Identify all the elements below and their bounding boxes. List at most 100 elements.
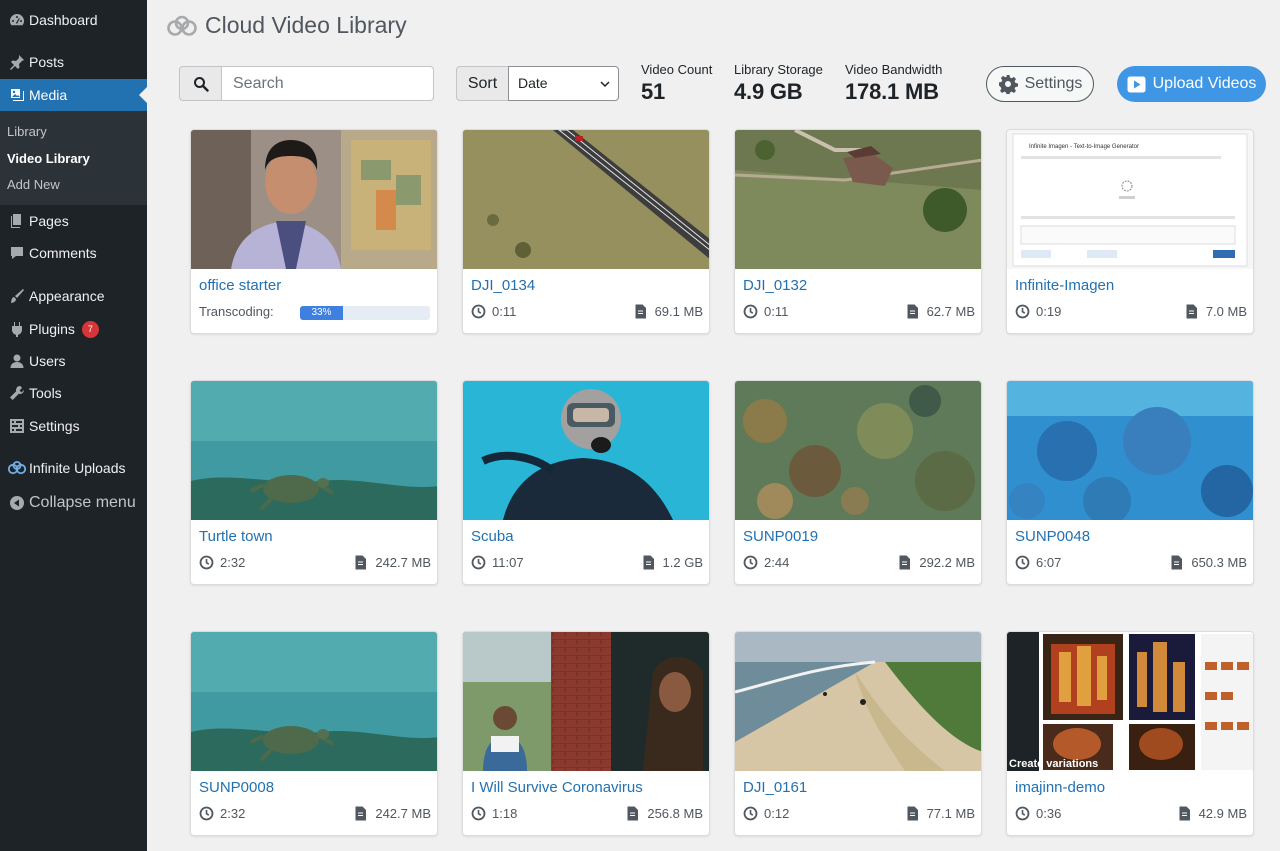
plugin-update-badge: 7 [81, 320, 99, 338]
video-thumbnail[interactable] [191, 130, 437, 269]
search-input[interactable] [221, 66, 434, 101]
sidebar-item-plugins[interactable]: Plugins 7 [0, 313, 147, 345]
video-title[interactable]: DJI_0134 [471, 277, 535, 294]
video-title[interactable]: SUNP0048 [1015, 528, 1090, 545]
sort-selected-value: Date [518, 75, 548, 91]
clock-icon [743, 806, 758, 821]
video-duration: 0:19 [1036, 304, 1062, 319]
video-card[interactable]: SUNP0008 2:32 242.7 MB [190, 631, 438, 836]
file-icon [1179, 806, 1190, 821]
video-duration: 0:36 [1036, 806, 1062, 821]
video-thumbnail[interactable] [735, 381, 981, 520]
video-meta: 0:36 42.9 MB [1015, 806, 1247, 824]
sort-select[interactable]: Date [508, 66, 619, 101]
submenu-item-video-library[interactable]: Video Library [7, 151, 90, 166]
sidebar-item-label: Posts [29, 54, 65, 70]
sidebar-item-users[interactable]: Users [0, 345, 147, 377]
video-card[interactable]: Scuba 11:07 1.2 GB [462, 380, 710, 585]
video-title[interactable]: SUNP0008 [199, 779, 274, 796]
page-title: Cloud Video Library [205, 12, 407, 38]
upload-videos-button[interactable]: Upload Videos [1117, 66, 1266, 102]
settings-button[interactable]: Settings [986, 66, 1094, 102]
submenu-item-add-new[interactable]: Add New [7, 177, 60, 192]
video-meta: 1:18 256.8 MB [471, 806, 703, 824]
collapse-menu-button[interactable]: Collapse menu [0, 487, 147, 519]
video-card[interactable]: Turtle town 2:32 242.7 MB [190, 380, 438, 585]
stat-label: Library Storage [734, 62, 823, 77]
clock-icon [471, 555, 486, 570]
clock-icon [743, 555, 758, 570]
video-title[interactable]: Scuba [471, 528, 514, 545]
video-meta: 2:44 292.2 MB [743, 555, 975, 573]
video-thumbnail[interactable] [735, 130, 981, 269]
video-card[interactable]: Create variations imajinn-demo 0:36 42.9… [1006, 631, 1254, 836]
stat-library-storage: Library Storage 4.9 GB [734, 62, 823, 105]
video-card[interactable]: DJI_0161 0:12 77.1 MB [734, 631, 982, 836]
video-meta: 11:07 1.2 GB [471, 555, 703, 573]
video-title[interactable]: I Will Survive Coronavirus [471, 779, 643, 796]
file-icon [355, 555, 367, 570]
stat-video-count: Video Count 51 [641, 62, 712, 105]
stat-label: Video Bandwidth [845, 62, 943, 77]
clock-icon [471, 304, 486, 319]
sidebar-item-dashboard[interactable]: Dashboard [0, 4, 147, 36]
video-card[interactable]: DJI_0134 0:11 69.1 MB [462, 129, 710, 334]
thumbnail-caption: Create variations [1009, 758, 1098, 770]
video-size: 62.7 MB [926, 304, 975, 319]
video-meta: 0:19 7.0 MB [1015, 304, 1247, 322]
sort-label: Sort [456, 66, 509, 101]
video-card[interactable]: office starter Transcoding: 33% [190, 129, 438, 334]
sidebar-item-media[interactable]: Media [0, 79, 147, 111]
video-title[interactable]: imajinn-demo [1015, 779, 1105, 796]
sidebar-item-comments[interactable]: Comments [0, 237, 147, 269]
video-thumbnail[interactable] [463, 130, 709, 269]
video-thumbnail[interactable]: Create variations [1007, 632, 1253, 771]
video-card[interactable]: Infinite Imagen - Text-to-Image Generato… [1006, 129, 1254, 334]
video-title[interactable]: Infinite-Imagen [1015, 277, 1114, 294]
collapse-icon [0, 495, 29, 511]
sidebar-item-label: Users [29, 353, 66, 369]
video-thumbnail[interactable] [191, 381, 437, 520]
video-play-icon [1127, 76, 1146, 92]
video-meta: Transcoding: 33% [199, 304, 431, 322]
video-card[interactable]: SUNP0019 2:44 292.2 MB [734, 380, 982, 585]
video-title[interactable]: DJI_0161 [743, 779, 807, 796]
video-thumbnail[interactable]: Infinite Imagen - Text-to-Image Generato… [1007, 130, 1253, 269]
video-thumbnail[interactable] [463, 381, 709, 520]
video-title[interactable]: office starter [199, 277, 281, 294]
video-card[interactable]: DJI_0132 0:11 62.7 MB [734, 129, 982, 334]
dashboard-icon [0, 12, 29, 28]
sidebar-item-appearance[interactable]: Appearance [0, 280, 147, 312]
video-thumbnail[interactable] [463, 632, 709, 771]
sidebar-item-label: Plugins [29, 321, 75, 337]
user-icon [0, 353, 29, 369]
file-icon [907, 806, 918, 821]
video-card[interactable]: SUNP0048 6:07 650.3 MB [1006, 380, 1254, 585]
video-duration: 1:18 [492, 806, 518, 821]
video-thumbnail[interactable] [191, 632, 437, 771]
video-duration: 2:32 [220, 806, 246, 821]
sidebar-item-label: Dashboard [29, 12, 98, 28]
sidebar-item-infinite-uploads[interactable]: Infinite Uploads [0, 452, 147, 484]
sidebar-item-settings[interactable]: Settings [0, 410, 147, 442]
cloud-logo-icon [166, 14, 198, 38]
collapse-menu-label: Collapse menu [29, 494, 136, 511]
sidebar-item-pages[interactable]: Pages [0, 205, 147, 237]
video-title[interactable]: DJI_0132 [743, 277, 807, 294]
file-icon [1186, 304, 1197, 319]
video-title[interactable]: SUNP0019 [743, 528, 818, 545]
search-button[interactable] [179, 66, 222, 101]
stat-video-bandwidth: Video Bandwidth 178.1 MB [845, 62, 942, 105]
video-card[interactable]: I Will Survive Coronavirus 1:18 256.8 MB [462, 631, 710, 836]
sidebar-item-posts[interactable]: Posts [0, 46, 147, 78]
video-thumbnail[interactable] [735, 632, 981, 771]
video-title[interactable]: Turtle town [199, 528, 273, 545]
gear-icon [998, 75, 1018, 94]
file-icon [627, 806, 639, 821]
video-size: 292.2 MB [919, 555, 975, 570]
video-thumbnail[interactable] [1007, 381, 1253, 520]
submenu-item-library[interactable]: Library [7, 124, 47, 139]
search-box [179, 66, 434, 101]
video-size: 242.7 MB [375, 555, 431, 570]
sidebar-item-tools[interactable]: Tools [0, 377, 147, 409]
